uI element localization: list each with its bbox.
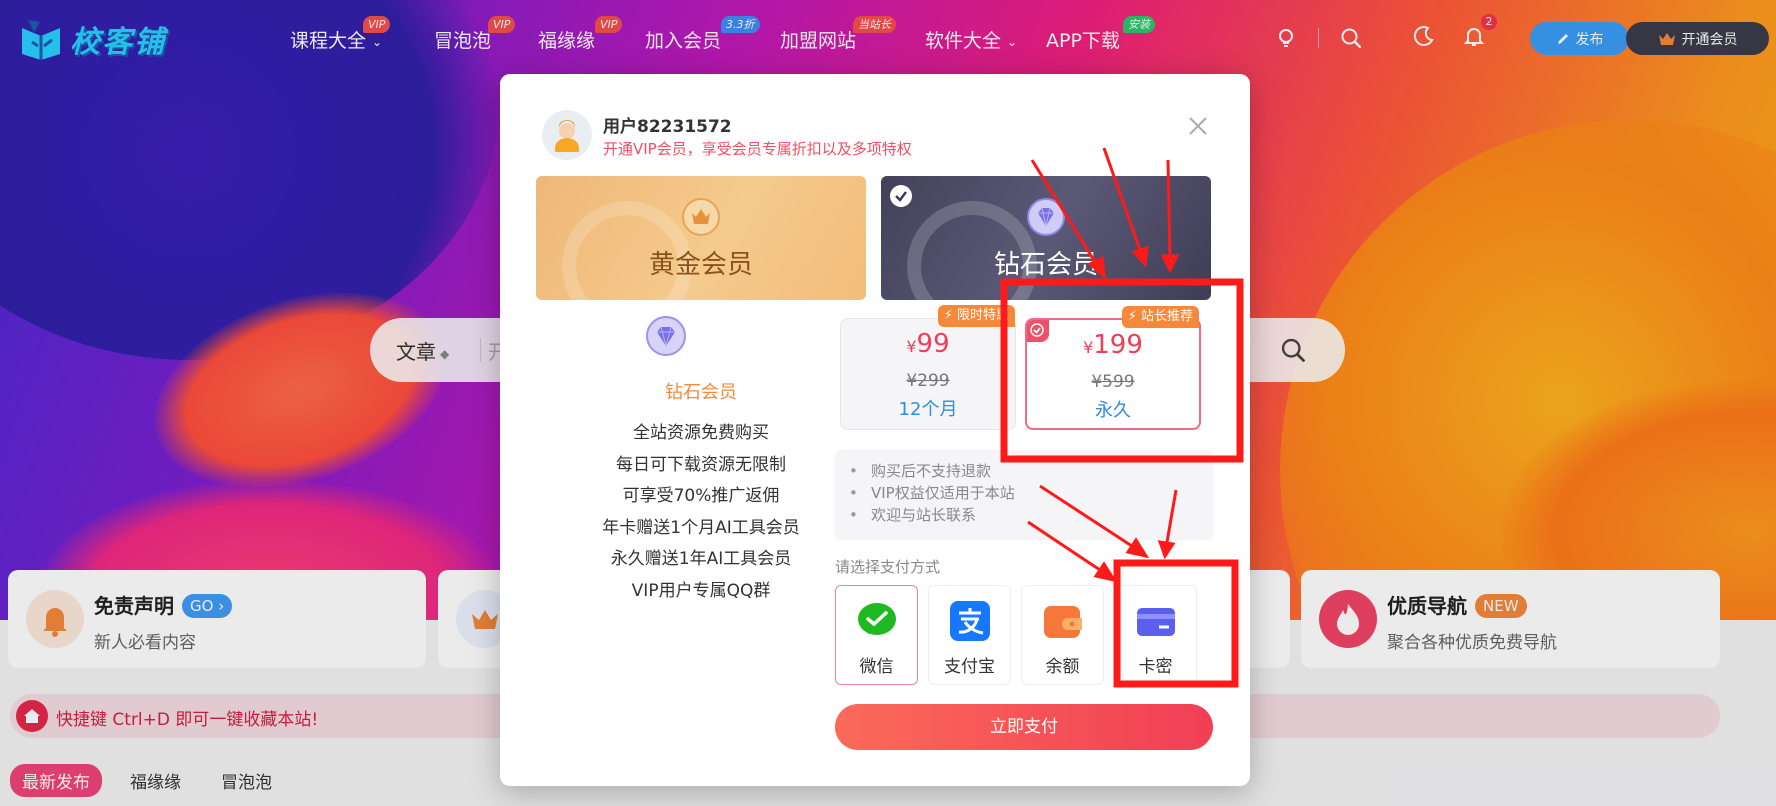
pay-label: 微信 xyxy=(859,657,894,677)
payment-method-label: 请选择支付方式 xyxy=(835,558,941,576)
pay-alipay[interactable]: 支付宝 xyxy=(928,585,1011,685)
price-option-12-months[interactable]: ⚡ 限时特惠 ¥99 ¥299 12个月 xyxy=(840,305,1016,430)
pay-wechat[interactable]: 微信 xyxy=(835,585,918,685)
perk-item: 年卡赠送1个月AI工具会员 xyxy=(602,518,800,538)
modal-subtitle: 开通VIP会员，享受会员专属折扣以及多项特权 xyxy=(603,140,912,158)
pay-balance[interactable]: 余额 xyxy=(1021,585,1104,685)
plan-diamond[interactable]: 钻石会员 xyxy=(881,176,1211,300)
pay-card-key[interactable]: 卡密 xyxy=(1114,585,1197,685)
price-tag: ⚡ 限时特惠 xyxy=(937,305,1015,327)
note-item: 欢迎与站长联系 xyxy=(835,504,1213,526)
purchase-notes: 购买后不支持退款 VIP权益仅适用于本站 欢迎与站长联系 xyxy=(835,450,1213,540)
diamond-icon xyxy=(1027,198,1065,236)
price-duration: 12个月 xyxy=(898,399,958,420)
pay-label: 余额 xyxy=(1045,657,1080,677)
price-original: ¥599 xyxy=(1091,372,1135,392)
pay-label: 支付宝 xyxy=(944,657,995,677)
perk-item: 永久赠送1年AI工具会员 xyxy=(610,549,792,569)
price-original: ¥299 xyxy=(906,371,950,391)
pay-label: 卡密 xyxy=(1138,657,1173,677)
perk-item: VIP用户专属QQ群 xyxy=(631,581,771,601)
price-option-lifetime[interactable]: ⚡ 站长推荐 ¥199 ¥599 永久 xyxy=(1025,306,1201,430)
wechat-icon xyxy=(858,603,896,635)
plan-label: 钻石会员 xyxy=(993,250,1098,280)
card-icon xyxy=(1137,608,1175,636)
price-current: ¥199 xyxy=(1083,330,1143,360)
crown-icon xyxy=(682,198,720,236)
plan-label: 黄金会员 xyxy=(648,250,753,280)
perk-item: 可享受70%推广返佣 xyxy=(622,486,780,506)
selected-check-icon xyxy=(890,185,912,207)
alipay-icon xyxy=(950,601,990,641)
perk-item: 每日可下载资源无限制 xyxy=(616,455,786,475)
avatar xyxy=(542,110,592,160)
note-item: VIP权益仅适用于本站 xyxy=(835,482,1213,504)
price-duration: 永久 xyxy=(1095,400,1131,421)
price-tag: ⚡ 站长推荐 xyxy=(1121,306,1199,328)
diamond-icon xyxy=(646,316,686,356)
pay-now-button[interactable]: 立即支付 xyxy=(835,704,1213,750)
close-icon[interactable] xyxy=(1184,112,1212,140)
note-item: 购买后不支持退款 xyxy=(835,460,1213,482)
price-current: ¥99 xyxy=(906,329,950,359)
vip-purchase-modal: 用户82231572 开通VIP会员，享受会员专属折扣以及多项特权 黄金会员 钻… xyxy=(500,74,1250,786)
plan-gold[interactable]: 黄金会员 xyxy=(536,176,866,300)
username: 用户82231572 xyxy=(603,117,732,137)
wallet-icon xyxy=(1044,606,1082,638)
perks-title: 钻石会员 xyxy=(665,382,737,403)
perk-item: 全站资源免费购买 xyxy=(633,423,769,443)
